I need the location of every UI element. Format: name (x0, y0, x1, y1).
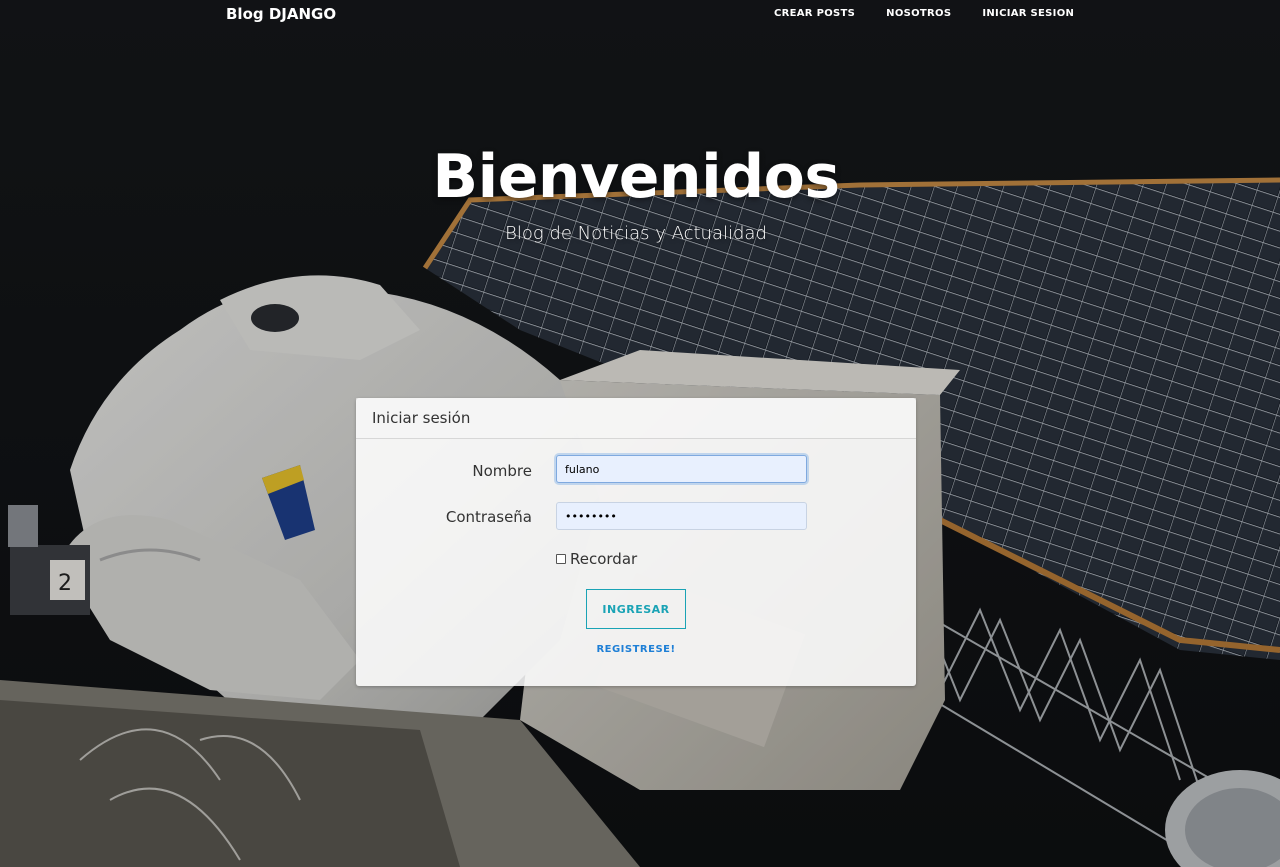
ingresar-button[interactable]: INGRESAR (586, 589, 686, 629)
nav-link-iniciar-sesion[interactable]: INICIAR SESION (982, 8, 1074, 19)
login-card-header: Iniciar sesión (356, 398, 916, 439)
login-card: Iniciar sesión Nombre Contraseña Recorda… (356, 398, 916, 686)
password-label: Contraseña (445, 508, 532, 526)
nav-links: CREAR POSTS NOSOTROS INICIAR SESION (774, 8, 1074, 19)
password-input[interactable] (556, 502, 807, 530)
remember-label: Recordar (570, 550, 638, 568)
remember-checkbox[interactable] (556, 554, 566, 564)
page-subtitle: Blog de Noticias y Actualidad (505, 223, 767, 244)
brand-logo-link[interactable]: Blog DJANGO (226, 5, 336, 23)
username-label: Nombre (472, 462, 532, 480)
hero-section: 2 Blog DJANGO CREAR POSTS NOSOTROS INICI… (0, 0, 1280, 867)
nav-link-nosotros[interactable]: NOSOTROS (886, 8, 951, 19)
navbar: Blog DJANGO CREAR POSTS NOSOTROS INICIAR… (0, 0, 1280, 30)
page-title: Bienvenidos (432, 142, 840, 212)
remember-checkbox-group[interactable]: Recordar (556, 550, 637, 568)
nav-link-crear-posts[interactable]: CREAR POSTS (774, 8, 855, 19)
register-link[interactable]: REGISTRESE! (356, 644, 916, 655)
username-input[interactable] (556, 455, 807, 483)
